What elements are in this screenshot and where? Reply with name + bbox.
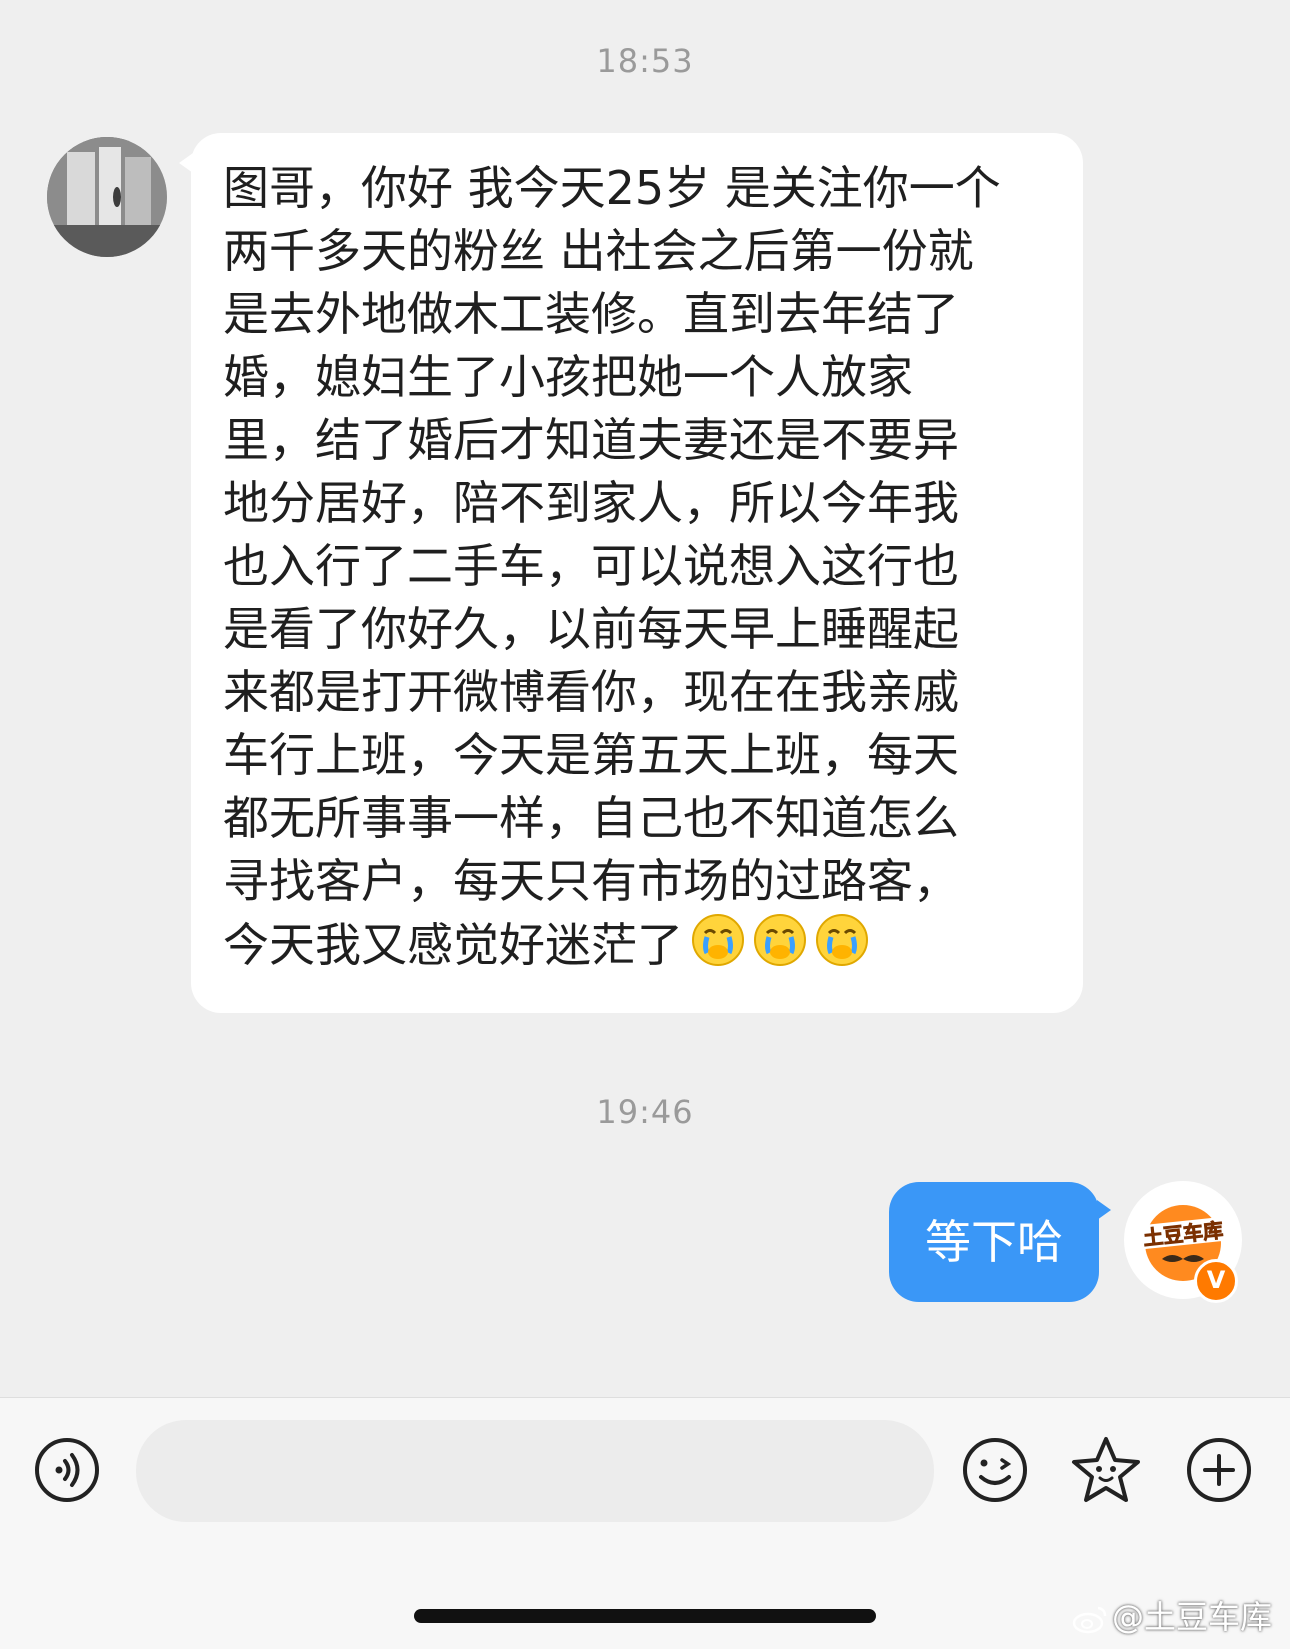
timestamp: 18:53 xyxy=(596,42,694,80)
message-line: 图哥，你好 我今天25岁 是关注你一个 xyxy=(223,161,1001,215)
sender-avatar[interactable] xyxy=(47,137,167,257)
message-line: 是看了你好久，以前每天早上睡醒起 xyxy=(223,602,959,656)
home-indicator[interactable] xyxy=(414,1609,876,1623)
watermark-text: @土豆车库 xyxy=(1112,1598,1273,1636)
message-line: 也入行了二手车，可以说想入这行也 xyxy=(223,539,959,593)
weibo-icon xyxy=(1072,1603,1108,1643)
message-input[interactable] xyxy=(136,1420,934,1522)
message-line: 来都是打开微博看你，现在在我亲戚 xyxy=(223,665,959,719)
emoji-icon[interactable] xyxy=(962,1437,1028,1507)
message-line: 两千多天的粉丝 出社会之后第一份就 xyxy=(223,224,974,278)
message-line: 地分居好，陪不到家人，所以今年我 xyxy=(223,476,959,530)
crying-face-emoji xyxy=(753,913,807,983)
message-line: 婚，媳妇生了小孩把她一个人放家 xyxy=(223,350,913,404)
verified-badge: V xyxy=(1194,1259,1238,1303)
crying-face-emoji xyxy=(691,913,745,983)
outgoing-message-bubble[interactable]: 等下哈 xyxy=(889,1182,1111,1302)
crying-face-emoji xyxy=(815,913,869,983)
message-line-text: 今天我又感觉好迷茫了 xyxy=(223,918,683,972)
sender-avatar-photo xyxy=(47,137,167,257)
message-line: 是去外地做木工装修。直到去年结了 xyxy=(223,287,959,341)
chat-area[interactable]: 18:53 图哥，你好 我今天25岁 是关注你一个 两千多天的粉丝 出社会之后第… xyxy=(0,0,1290,1397)
message-line-last: 今天我又感觉好迷茫了 xyxy=(223,913,1053,983)
message-line: 里，结了婚后才知道夫妻还是不要异 xyxy=(223,413,959,467)
message-line: 车行上班，今天是第五天上班，每天 xyxy=(223,728,959,782)
message-line: 寻找客户，每天只有市场的过路客， xyxy=(223,854,959,908)
incoming-message-bubble[interactable]: 图哥，你好 我今天25岁 是关注你一个 两千多天的粉丝 出社会之后第一份就 是去… xyxy=(179,133,1083,1013)
watermark: @土豆车库 xyxy=(1072,1597,1272,1637)
sticker-icon[interactable] xyxy=(1070,1434,1142,1510)
plus-icon[interactable] xyxy=(1186,1437,1252,1507)
timestamp: 19:46 xyxy=(596,1093,694,1131)
voice-icon[interactable] xyxy=(34,1437,100,1507)
message-line: 都无所事事一样，自己也不知道怎么 xyxy=(223,791,959,845)
